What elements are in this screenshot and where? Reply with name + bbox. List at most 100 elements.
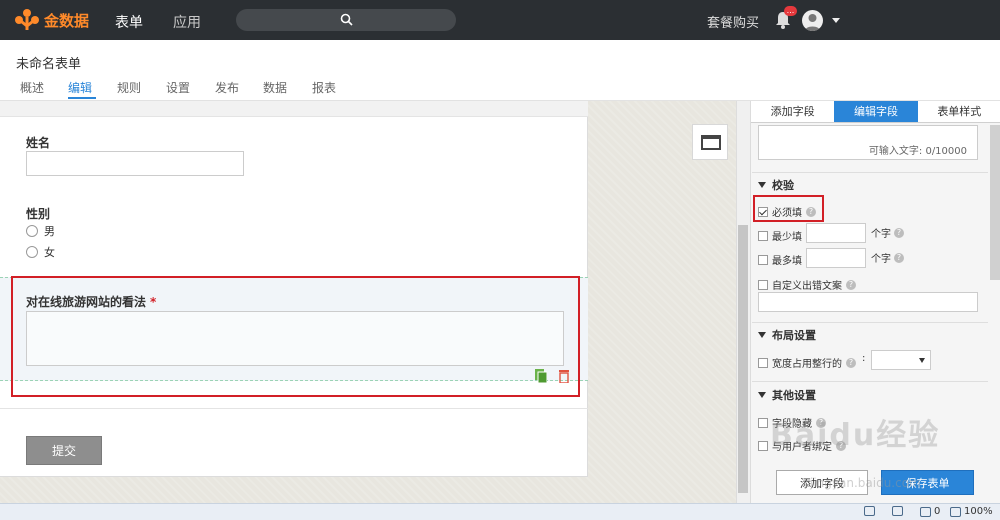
user-icon <box>805 14 820 31</box>
form-divider <box>0 408 588 409</box>
validation-section-header[interactable]: 校验 <box>758 177 794 193</box>
shield-icon <box>920 506 931 517</box>
page-title[interactable]: 未命名表单 <box>16 53 81 72</box>
tab-form-style[interactable]: 表单样式 <box>918 101 1000 122</box>
full-width-label: 宽度占用整行的 <box>772 359 842 370</box>
search-box[interactable] <box>236 9 456 31</box>
window-icon <box>701 135 721 150</box>
zoom-level: 100% <box>964 506 993 517</box>
zoom-status[interactable]: 100% <box>950 506 993 517</box>
layout-title: 布局设置 <box>772 329 816 342</box>
chevron-down-icon <box>919 358 925 363</box>
full-width-checkbox[interactable] <box>758 357 768 368</box>
form-header-strip <box>0 101 588 117</box>
gender-option-female[interactable]: 女 <box>26 244 55 260</box>
min-length-input[interactable] <box>806 223 866 243</box>
min-length-label: 最少填 <box>772 232 802 243</box>
help-icon[interactable]: ? <box>846 279 856 290</box>
gender-female-label: 女 <box>44 246 55 259</box>
name-label: 姓名 <box>26 136 51 150</box>
custom-error-label: 自定义出错文案 <box>772 281 842 292</box>
validation-title: 校验 <box>772 179 794 192</box>
default-text-area[interactable]: 可输入文字: 0/10000 <box>758 125 978 160</box>
help-icon[interactable]: ? <box>894 227 904 238</box>
help-icon[interactable]: ? <box>894 252 904 263</box>
logo[interactable]: 金数据 <box>14 8 89 32</box>
nav-apps[interactable]: 应用 <box>173 12 201 32</box>
max-length-input[interactable] <box>806 248 866 268</box>
min-length-checkbox[interactable] <box>758 230 768 241</box>
gender-option-male[interactable]: 男 <box>26 223 55 239</box>
other-title: 其他设置 <box>772 389 816 402</box>
collapse-triangle-icon <box>758 392 766 398</box>
min-unit: 个字 ? <box>871 225 904 240</box>
tab-publish[interactable]: 发布 <box>215 79 239 96</box>
custom-error-input[interactable] <box>758 292 978 312</box>
hide-field-checkbox[interactable] <box>758 417 768 428</box>
active-tab-indicator <box>68 97 96 99</box>
tab-edit[interactable]: 编辑 <box>68 79 92 96</box>
tab-reports[interactable]: 报表 <box>312 79 336 96</box>
gender-label: 性别 <box>26 207 51 221</box>
shield-count: 0 <box>934 506 941 517</box>
form-tabs: 概述 编辑 规则 设置 发布 数据 报表 <box>0 78 1000 101</box>
section-divider <box>752 381 988 382</box>
custom-error-option[interactable]: 自定义出错文案 ? <box>758 277 856 292</box>
notification-badge: ... <box>784 6 797 16</box>
collapse-triangle-icon <box>758 332 766 338</box>
shield-status[interactable]: 0 <box>920 506 940 517</box>
preview-toggle-button[interactable] <box>692 124 728 160</box>
speaker-status[interactable] <box>864 506 875 516</box>
radio-female[interactable] <box>26 246 38 258</box>
top-bar: 金数据 表单 应用 套餐购买 ... <box>0 0 1000 40</box>
chevron-down-icon[interactable] <box>832 18 840 23</box>
canvas-scrollbar-thumb[interactable] <box>738 225 748 493</box>
nav-forms[interactable]: 表单 <box>115 12 143 32</box>
search-icon[interactable] <box>340 13 353 26</box>
tab-edit-field[interactable]: 编辑字段 <box>834 101 918 122</box>
colon-label: : <box>862 353 866 364</box>
max-unit-label: 个字 <box>871 254 891 265</box>
panel-tabs: 添加字段 编辑字段 表单样式 <box>751 101 1000 123</box>
logo-text: 金数据 <box>44 11 90 30</box>
other-section-header[interactable]: 其他设置 <box>758 387 816 403</box>
min-unit-label: 个字 <box>871 229 891 240</box>
section-divider <box>752 322 988 323</box>
layout-section-header[interactable]: 布局设置 <box>758 327 816 343</box>
width-select[interactable] <box>871 350 931 370</box>
status-bar: 0 100% <box>0 503 1000 520</box>
avatar[interactable] <box>802 10 823 31</box>
highlight-required-box <box>753 195 824 222</box>
watermark: Baidu经验 <box>770 418 941 453</box>
help-icon[interactable]: ? <box>846 357 856 368</box>
tab-add-field[interactable]: 添加字段 <box>751 101 834 122</box>
plan-purchase-link[interactable]: 套餐购买 <box>707 12 759 31</box>
collapse-triangle-icon <box>758 182 766 188</box>
tab-rules[interactable]: 规则 <box>117 79 141 96</box>
max-length-label: 最多填 <box>772 256 802 267</box>
network-icon <box>892 506 903 516</box>
submit-button[interactable]: 提交 <box>26 436 102 465</box>
tab-data[interactable]: 数据 <box>263 79 287 96</box>
tab-settings[interactable]: 设置 <box>166 79 190 96</box>
watermark-url: jingyan.baidu.com <box>810 476 921 490</box>
min-length-option[interactable]: 最少填 <box>758 228 802 243</box>
tab-overview[interactable]: 概述 <box>20 79 44 96</box>
logo-icon <box>15 9 39 30</box>
gender-male-label: 男 <box>44 225 55 238</box>
radio-male[interactable] <box>26 225 38 237</box>
network-status[interactable] <box>892 506 903 516</box>
speaker-icon <box>864 506 875 516</box>
max-length-checkbox[interactable] <box>758 254 768 265</box>
section-divider <box>752 172 988 173</box>
custom-error-checkbox[interactable] <box>758 279 768 290</box>
panel-scrollbar-thumb[interactable] <box>990 125 1000 280</box>
highlight-field-box <box>11 276 580 397</box>
zoom-icon <box>950 506 961 517</box>
full-width-option[interactable]: 宽度占用整行的 ? <box>758 355 856 370</box>
name-input[interactable] <box>26 151 244 176</box>
max-length-option[interactable]: 最多填 <box>758 252 802 267</box>
max-unit: 个字 ? <box>871 250 904 265</box>
char-counter: 可输入文字: 0/10000 <box>868 146 967 157</box>
bind-checkbox[interactable] <box>758 440 768 451</box>
